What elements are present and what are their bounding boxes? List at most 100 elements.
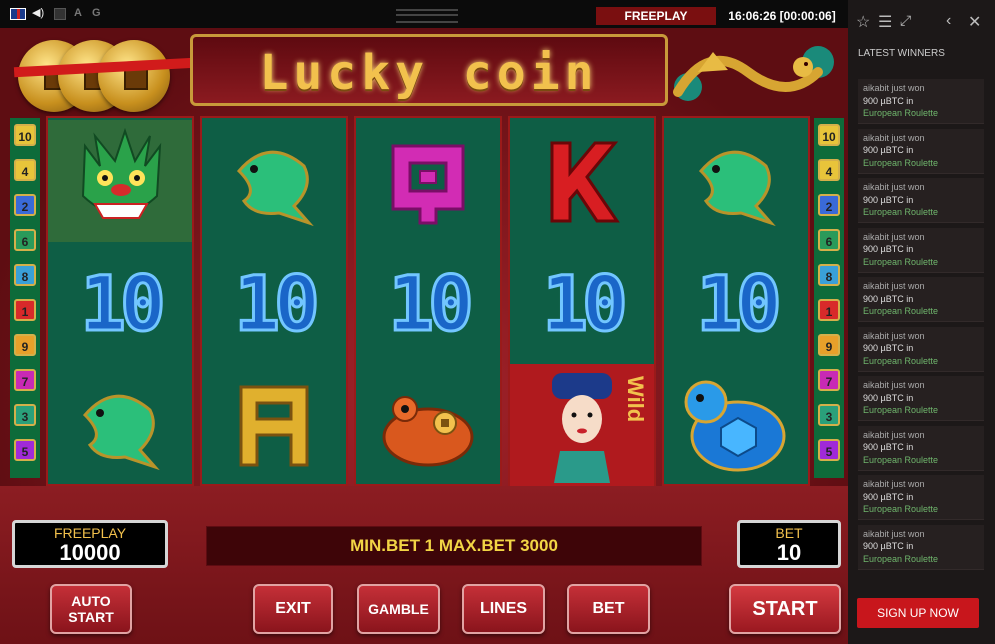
bet-limits-message: MIN.BET 1 MAX.BET 3000 bbox=[206, 526, 702, 566]
winner-line3: European Roulette bbox=[863, 108, 939, 118]
mode-indicator: FREEPLAY bbox=[596, 7, 716, 25]
winner-line3: European Roulette bbox=[863, 504, 939, 514]
coin-icon bbox=[98, 40, 170, 112]
winner-line2: 900 µBTC in bbox=[863, 541, 914, 551]
winner-line2: 900 µBTC in bbox=[863, 95, 914, 106]
line-number-badge: 2 bbox=[14, 194, 36, 216]
reel-area: 10 10 10 10 Wild 10 bbox=[46, 116, 810, 486]
golden-dragon-icon bbox=[673, 46, 834, 101]
line-number-badge: 5 bbox=[818, 439, 840, 461]
speaker-icon[interactable]: ◀) bbox=[32, 6, 44, 19]
bet-label: BET bbox=[775, 525, 803, 541]
reel-2: 10 bbox=[200, 116, 348, 486]
square-icon[interactable] bbox=[54, 8, 66, 20]
winner-line2: 900 µBTC in bbox=[863, 145, 914, 155]
winner-line2: 900 µBTC in bbox=[863, 194, 914, 205]
top-bar: ◀) A G FREEPLAY 16:06:26 [00:00:06] bbox=[0, 0, 848, 28]
winner-line1: aikabit just won bbox=[863, 380, 925, 390]
line-number-badge: 1 bbox=[14, 299, 36, 321]
line-number-badge: 4 bbox=[14, 159, 36, 181]
latest-winners-title: LATEST WINNERS bbox=[858, 48, 945, 59]
line-number-badge: 4 bbox=[818, 159, 840, 181]
winner-item: aikabit just won 900 µBTC in European Roul… bbox=[858, 79, 984, 124]
line-number-badge: 1 bbox=[818, 299, 840, 321]
winner-line1: aikabit just won bbox=[863, 429, 925, 440]
winner-line1: aikabit just won bbox=[863, 83, 925, 93]
fish-icon bbox=[698, 150, 776, 227]
winner-line3: European Roulette bbox=[863, 207, 939, 217]
winner-line3: European Roulette bbox=[863, 553, 939, 564]
start-button[interactable]: START bbox=[729, 584, 841, 634]
chevron-left-icon[interactable]: ‹ bbox=[946, 12, 951, 30]
line-number-badge: 7 bbox=[818, 369, 840, 391]
line-number-badge: 6 bbox=[818, 229, 840, 251]
reel-4: 10 Wild bbox=[508, 116, 656, 486]
sidebar: ☆ ☰ ⤢ ‹ ✕ LATEST WINNERS aikabit just wo… bbox=[848, 0, 995, 644]
winner-line2: 900 µBTC in bbox=[863, 343, 914, 353]
sidebar-toolbar: ☆ ☰ ⤢ ‹ ✕ bbox=[848, 0, 995, 40]
ten-symbol: 10 bbox=[695, 257, 783, 349]
winner-line1: aikabit just won bbox=[863, 281, 925, 291]
star-icon[interactable]: ☆ bbox=[856, 12, 870, 32]
winner-line1: aikabit just won bbox=[863, 528, 925, 539]
freeplay-label: FREEPLAY bbox=[53, 525, 127, 541]
close-icon[interactable]: ✕ bbox=[968, 12, 981, 32]
gamble-button[interactable]: GAMBLE bbox=[357, 584, 440, 634]
line-number-badge: 8 bbox=[14, 264, 36, 286]
winner-line2: 900 µBTC in bbox=[863, 392, 914, 403]
winner-line3: European Roulette bbox=[863, 405, 939, 415]
fish-icon bbox=[82, 394, 160, 471]
line-number-badge: 7 bbox=[14, 369, 36, 391]
ten-symbol: 10 bbox=[541, 257, 629, 349]
winner-line1: aikabit just won bbox=[863, 231, 925, 242]
line-number-badge: 3 bbox=[14, 404, 36, 426]
dragon-head-icon bbox=[81, 127, 162, 219]
frog-symbol bbox=[356, 364, 500, 486]
autostart-label-line1: AUTO bbox=[71, 593, 111, 609]
bet-value: 10 bbox=[776, 540, 802, 565]
bet-button[interactable]: BET bbox=[567, 584, 650, 634]
dragon-symbol bbox=[48, 120, 192, 242]
wild-lady-symbol: Wild bbox=[510, 364, 654, 486]
winner-line2: 900 µBTC in bbox=[863, 442, 914, 452]
winner-item: aikabit just won 900 µBTC in European Roul… bbox=[858, 425, 984, 471]
a-symbol bbox=[202, 364, 346, 486]
winner-line1: aikabit just won bbox=[863, 132, 925, 143]
ten-symbol: 10 bbox=[233, 257, 321, 349]
g-toggle[interactable]: G bbox=[92, 7, 101, 19]
frog-icon bbox=[382, 396, 474, 467]
line-number-badge: 9 bbox=[14, 334, 36, 356]
list-icon[interactable]: ☰ bbox=[878, 12, 892, 32]
line-number-badge: 10 bbox=[818, 124, 840, 146]
freeplay-credit-box: FREEPLAY 10000 bbox=[12, 520, 168, 568]
line-number-badge: 6 bbox=[14, 229, 36, 251]
winner-item: aikabit just won 900 µBTC in European Roul… bbox=[858, 475, 984, 520]
winner-item: aikabit just won 900 µBTC in European Roul… bbox=[858, 376, 984, 421]
bet-display-box: BET 10 bbox=[737, 520, 841, 568]
line-number-badge: 8 bbox=[818, 264, 840, 286]
uk-flag-icon[interactable] bbox=[10, 8, 26, 20]
winner-line1: aikabit just won bbox=[863, 330, 925, 341]
lady-icon bbox=[552, 373, 612, 483]
k-glyph-icon bbox=[550, 141, 620, 223]
turtle-symbol bbox=[664, 364, 808, 486]
a-toggle[interactable]: A bbox=[74, 7, 82, 19]
reel-3: 10 bbox=[354, 116, 502, 486]
q-symbol bbox=[356, 120, 500, 242]
fish-symbol bbox=[202, 120, 346, 242]
fish-symbol bbox=[48, 364, 192, 486]
k-symbol bbox=[510, 120, 654, 242]
logo-text: Lucky coin bbox=[259, 45, 599, 101]
line-number-badge: 10 bbox=[14, 124, 36, 146]
reel-1: 10 bbox=[46, 116, 194, 486]
exit-button[interactable]: EXIT bbox=[253, 584, 333, 634]
winner-line3: European Roulette bbox=[863, 157, 939, 168]
drag-handle[interactable] bbox=[396, 9, 458, 23]
lines-button[interactable]: LINES bbox=[462, 584, 545, 634]
autostart-button[interactable]: AUTO START bbox=[50, 584, 132, 634]
reel-5: 10 bbox=[662, 116, 810, 486]
sign-up-button[interactable]: SIGN UP NOW bbox=[857, 598, 979, 628]
expand-icon[interactable]: ⤢ bbox=[900, 12, 911, 29]
winner-line2: 900 µBTC in bbox=[863, 244, 914, 254]
winner-item: aikabit just won 900 µBTC in European Roul… bbox=[858, 326, 984, 372]
